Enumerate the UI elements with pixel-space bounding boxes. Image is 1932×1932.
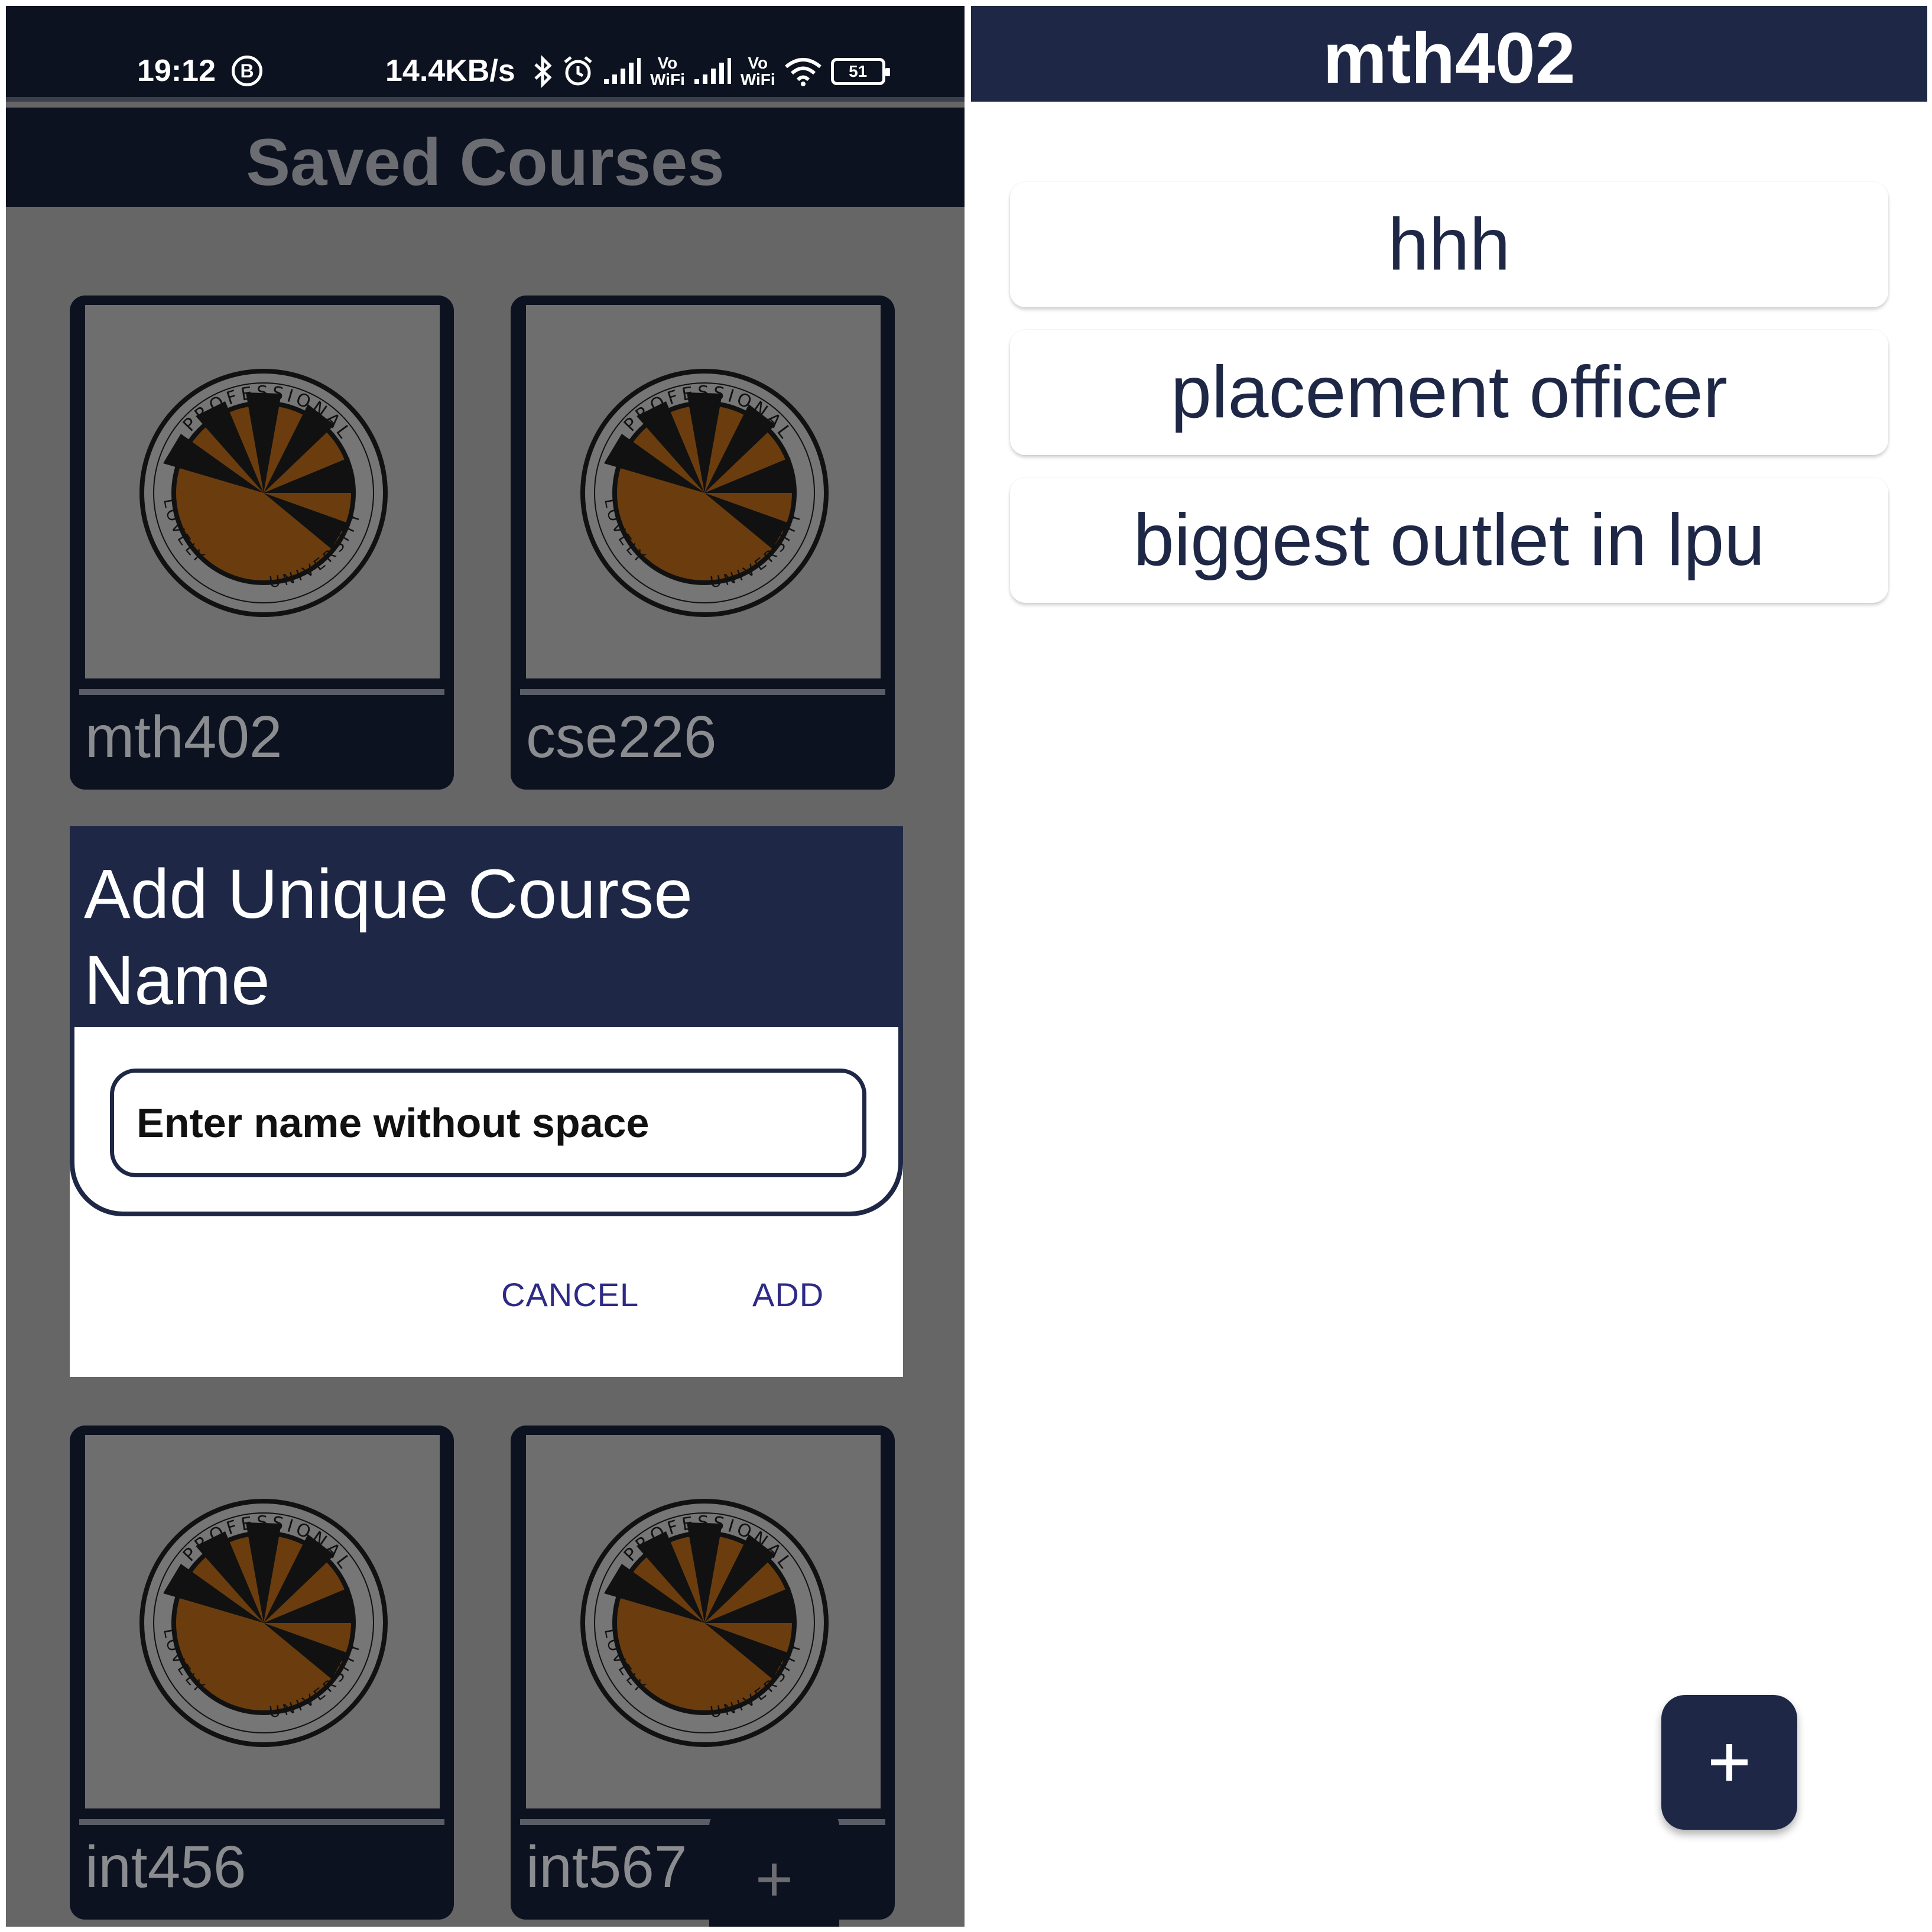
wifi-icon [784,58,821,86]
page-title: Saved Courses [246,125,725,199]
course-image: PROFESSIONAL LOVELY UNIVERSITY [85,305,440,678]
left-screen: 19:12 B 14.4KB/s Vo WiFi Vo WiFi 51 Saved … [6,6,965,1927]
course-image: PROFESSIONAL LOVELY UNIVERSITY [526,1435,881,1808]
dialog-title: Add Unique Course Name [84,855,693,1019]
add-course-fab[interactable]: + [709,1808,839,1927]
list-item[interactable]: biggest outlet in lpu [1010,478,1888,603]
vowifi-icon-2: Vo WiFi [740,54,775,89]
battery-icon: 51 [830,58,890,85]
add-button[interactable]: ADD [752,1275,824,1314]
bluetooth-icon [534,55,552,88]
lpu-logo-icon: PROFESSIONAL LOVELY UNIVERSITY [139,369,388,617]
card-divider [520,689,885,695]
add-course-dialog: Add Unique Course Name CANCEL ADD [70,826,903,1377]
course-image: PROFESSIONAL LOVELY UNIVERSITY [85,1435,440,1808]
card-divider [79,1819,444,1825]
status-icons: Vo WiFi Vo WiFi 51 [532,51,890,92]
cancel-button[interactable]: CANCEL [501,1275,639,1314]
app-bar: mth402 [971,6,1927,102]
card-divider [79,689,444,695]
lpu-logo-icon: PROFESSIONAL LOVELY UNIVERSITY [580,369,829,617]
dialog-field-container [70,1027,903,1216]
lpu-logo-icon: PROFESSIONAL LOVELY UNIVERSITY [139,1499,388,1747]
lpu-logo-icon: PROFESSIONAL LOVELY UNIVERSITY [580,1499,829,1747]
alarm-icon [564,56,592,86]
list-item[interactable]: placement officer [1010,330,1888,455]
status-divider [6,97,965,102]
status-bar: 19:12 B 14.4KB/s Vo WiFi Vo WiFi 51 [6,6,965,102]
course-name: int567 [526,1834,687,1900]
vowifi-icon-1: Vo WiFi [650,54,685,89]
status-time: 19:12 [137,54,216,88]
list-item[interactable]: hhh [1010,182,1888,307]
course-name-input[interactable] [110,1069,866,1177]
course-name: mth402 [85,704,283,770]
page-title: mth402 [1323,18,1576,98]
course-card-mth402[interactable]: PROFESSIONAL LOVELY UNIVERSITY mth402 [70,296,454,790]
add-item-fab[interactable] [1661,1695,1797,1830]
dialog-header: Add Unique Course Name [70,826,903,1039]
course-name: int456 [85,1834,246,1900]
status-b-badge-icon: B [232,56,262,86]
course-card-int456[interactable]: PROFESSIONAL LOVELY UNIVERSITY int456 [70,1426,454,1920]
network-speed: 14.4KB/s [385,54,515,88]
course-card-cse226[interactable]: PROFESSIONAL LOVELY UNIVERSITY cse226 [511,296,895,790]
course-image: PROFESSIONAL LOVELY UNIVERSITY [526,305,881,678]
app-bar: Saved Courses [6,108,965,207]
signal-icon-1 [604,58,641,84]
course-name: cse226 [526,704,717,770]
right-screen: mth402 hhh placement officer biggest out… [971,6,1927,1927]
signal-icon-2 [694,58,731,84]
